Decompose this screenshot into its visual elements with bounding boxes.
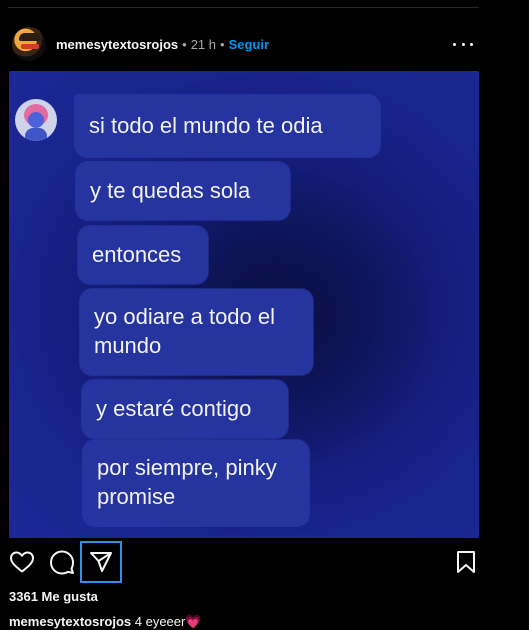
heart-icon [10,551,34,573]
follow-button[interactable]: Seguir [229,37,269,52]
separator-dot: • [182,36,187,52]
save-button[interactable] [449,545,483,579]
chat-bubble: entonces [78,226,208,284]
author-avatar[interactable] [12,27,46,61]
chat-bubble: si todo el mundo te odia [75,95,380,157]
caption-emoji: 💗 [185,614,202,629]
post-meta: memesytextosrojos • 21 h • Seguir [56,37,269,52]
comment-button[interactable] [45,545,79,579]
author-username[interactable]: memesytextosrojos [56,37,178,52]
bookmark-icon [457,551,475,573]
top-divider [8,7,479,8]
chat-avatar [15,99,57,141]
chat-bubble: y te quedas sola [76,162,290,220]
separator-dot: • [220,36,225,52]
post-actions [5,541,479,583]
chat-bubble: por siempre, pinky promise [83,440,309,526]
caption-username[interactable]: memesytextosrojos [9,614,131,629]
caption-text: 4 eyeeer [134,614,186,629]
like-button[interactable] [5,545,39,579]
share-button[interactable] [80,541,122,583]
likes-count[interactable]: 3361 Me gusta [9,589,98,604]
chat-bubble: yo odiare a todo el mundo [80,289,313,375]
post-time[interactable]: 21 h [191,37,216,52]
send-icon [90,552,112,572]
comment-icon [50,550,74,575]
post-media[interactable]: si todo el mundo te odia y te quedas sol… [9,71,479,538]
post-header: memesytextosrojos • 21 h • Seguir [12,26,479,62]
chat-bubble: y estaré contigo [82,380,288,438]
more-options-icon[interactable] [453,36,473,52]
post-caption: memesytextosrojos 4 eyeeer💗 [9,614,202,630]
